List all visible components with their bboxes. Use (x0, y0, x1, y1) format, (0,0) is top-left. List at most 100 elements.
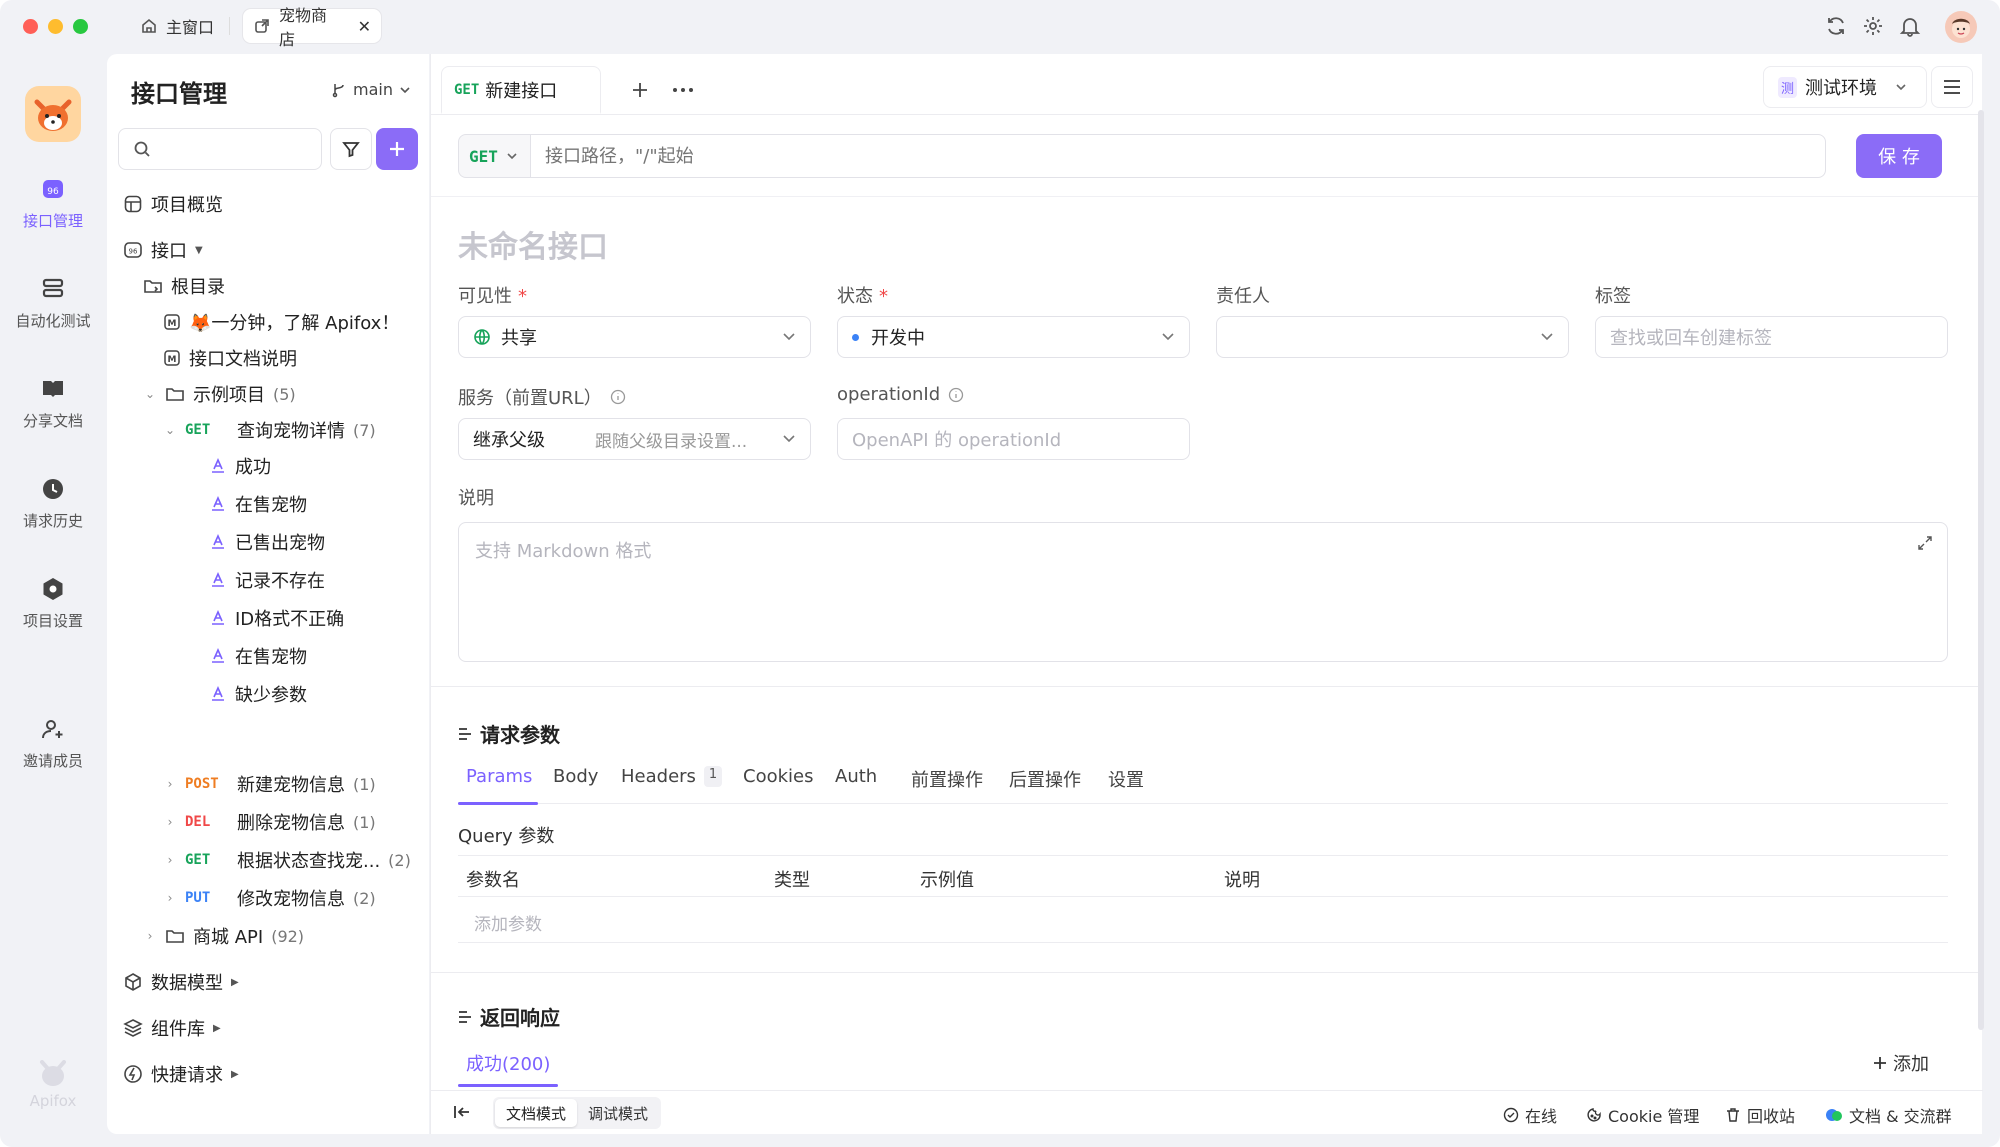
test-case-icon (212, 458, 224, 473)
tree-endpoint[interactable]: ⌄ GET 查询宠物详情 (7) (163, 412, 376, 448)
tree-section-data-models[interactable]: 数据模型 ▶ (123, 964, 239, 1000)
bell-icon[interactable] (1899, 15, 1921, 37)
status-select[interactable]: 开发中 (837, 316, 1190, 358)
tree-test-case[interactable]: 缺少参数 (209, 676, 307, 712)
tab-post-operations[interactable]: 后置操作 (1009, 766, 1081, 792)
rail-item-project-settings[interactable]: 项目设置 (8, 576, 98, 631)
chevron-right-icon: › (167, 815, 173, 829)
collapse-sidebar-icon[interactable] (453, 1103, 471, 1121)
tree-section-quick-requests[interactable]: 快捷请求 ▶ (123, 1056, 239, 1092)
tab-cookies[interactable]: Cookies (743, 766, 813, 787)
tab-main-window[interactable]: 主窗口 (130, 9, 224, 43)
tab-pre-operations[interactable]: 前置操作 (911, 766, 983, 792)
check-circle-icon (1503, 1107, 1519, 1123)
chevron-right-icon: › (167, 777, 173, 791)
endpoint-tab[interactable]: GET 新建接口 (441, 66, 601, 114)
tab-auth[interactable]: Auth (835, 766, 877, 787)
tree-folder-mall[interactable]: › 商城 API (92) (143, 918, 304, 954)
close-tab-icon[interactable]: ✕ (358, 17, 371, 36)
tree-section-api[interactable]: 96 接口 ▼ (123, 232, 203, 268)
description-textarea[interactable]: 支持 Markdown 格式 (458, 522, 1948, 662)
settings-hex-icon (43, 578, 63, 600)
menu-button[interactable] (1931, 66, 1973, 108)
doc-mode-button[interactable]: 文档模式 (495, 1099, 577, 1127)
status-label: 状态 * (837, 286, 888, 307)
operation-id-input[interactable]: OpenAPI 的 operationId (837, 418, 1190, 460)
rail-item-invite-members[interactable]: 邀请成员 (8, 716, 98, 771)
tree-endpoint[interactable]: › PUT 修改宠物信息 (2) (163, 880, 376, 916)
tab-headers[interactable]: Headers 1 (621, 766, 723, 787)
rail-item-automation[interactable]: 自动化测试 (8, 276, 98, 331)
tab-params[interactable]: Params (466, 766, 532, 787)
avatar[interactable] (1945, 11, 1977, 43)
tree-endpoint[interactable]: › POST 新建宠物信息 (1) (163, 766, 376, 802)
main-panel: GET 新建接口 测 测试环境 GET 保 存 未命名接口 可见性* 状态 (430, 54, 1983, 1134)
tab-divider (229, 17, 230, 35)
more-tabs-button[interactable] (669, 76, 697, 104)
gear-icon[interactable] (1862, 15, 1884, 37)
rail-item-label: 接口管理 (22, 212, 83, 230)
add-button[interactable] (376, 128, 418, 170)
search-input[interactable] (159, 139, 309, 159)
info-icon[interactable] (948, 387, 964, 403)
owner-select[interactable] (1216, 316, 1569, 358)
info-icon[interactable] (610, 389, 626, 405)
new-tab-button[interactable] (626, 76, 654, 104)
endpoint-name-input[interactable]: 未命名接口 (458, 222, 608, 266)
refresh-icon[interactable] (1825, 15, 1847, 37)
tree-item-doc[interactable]: M 🦊一分钟，了解 Apifox！ (163, 304, 399, 340)
tree-endpoint[interactable]: › DEL 删除宠物信息 (1) (163, 804, 376, 840)
tree-test-case[interactable]: 记录不存在 (209, 562, 325, 598)
clock-icon (43, 479, 63, 499)
cookie-manager-button[interactable]: Cookie 管理 (1586, 1103, 1699, 1127)
owner-label: 责任人 (1216, 286, 1270, 307)
tab-body[interactable]: Body (553, 766, 598, 787)
filter-icon (342, 142, 360, 158)
add-param-input[interactable]: 添加参数 (474, 910, 542, 935)
tags-input[interactable]: 查找或回车创建标签 (1595, 316, 1948, 358)
tree-item-root[interactable]: 根目录 (143, 268, 225, 304)
tree-test-case[interactable]: 在售宠物 (209, 638, 307, 674)
save-button[interactable]: 保 存 (1856, 134, 1942, 178)
debug-mode-button[interactable]: 调试模式 (577, 1099, 659, 1127)
environment-selector[interactable]: 测 测试环境 (1763, 66, 1927, 108)
rail-item-share-docs[interactable]: 分享文档 (8, 376, 98, 431)
online-status[interactable]: 在线 (1503, 1103, 1557, 1127)
close-window-button[interactable] (23, 19, 38, 34)
add-response-button[interactable]: 添加 (1873, 1050, 1929, 1076)
method-badge: GET (454, 81, 480, 98)
recycle-bin-button[interactable]: 回收站 (1725, 1103, 1795, 1127)
search-box[interactable] (118, 128, 322, 170)
expand-icon[interactable] (1917, 535, 1933, 551)
tree-item-overview[interactable]: 项目概览 (123, 186, 223, 222)
tab-pet-store[interactable]: 宠物商店 ✕ (243, 6, 381, 49)
response-tab-success[interactable]: 成功(200) (466, 1050, 550, 1076)
main-scrollbar[interactable] (1978, 110, 1984, 1030)
path-input[interactable] (530, 134, 1826, 178)
triangle-right-icon: ▶ (231, 976, 239, 988)
chevron-down-icon (400, 86, 410, 93)
external-window-icon (253, 17, 271, 35)
minimize-window-button[interactable] (48, 19, 63, 34)
chevron-down-icon (783, 333, 795, 341)
tree-item-doc[interactable]: M 接口文档说明 (163, 340, 297, 376)
app-logo[interactable] (25, 86, 81, 142)
method-select[interactable]: GET (458, 134, 530, 178)
column-header: 类型 (774, 870, 810, 891)
tree-endpoint[interactable]: › GET 根据状态查找宠... (2) (163, 842, 411, 878)
maximize-window-button[interactable] (73, 19, 88, 34)
service-select[interactable]: 继承父级 跟随父级目录设置... (458, 418, 811, 460)
branch-selector[interactable]: main (331, 80, 411, 99)
tree-test-case[interactable]: 已售出宠物 (209, 524, 325, 560)
tab-settings[interactable]: 设置 (1108, 766, 1144, 792)
visibility-select[interactable]: 共享 (458, 316, 811, 358)
tree-section-components[interactable]: 组件库 ▶ (123, 1010, 221, 1046)
rail-item-history[interactable]: 请求历史 (8, 476, 98, 531)
tree-test-case[interactable]: 成功 (209, 448, 271, 484)
tree-test-case[interactable]: ID格式不正确 (209, 600, 344, 636)
tree-test-case[interactable]: 在售宠物 (209, 486, 307, 522)
docs-community-button[interactable]: 文档 & 交流群 (1825, 1103, 1952, 1127)
tree-folder-examples[interactable]: ⌄ 示例项目 (5) (143, 376, 296, 412)
filter-button[interactable] (330, 128, 372, 170)
rail-item-api-management[interactable]: 96 接口管理 (8, 176, 98, 231)
